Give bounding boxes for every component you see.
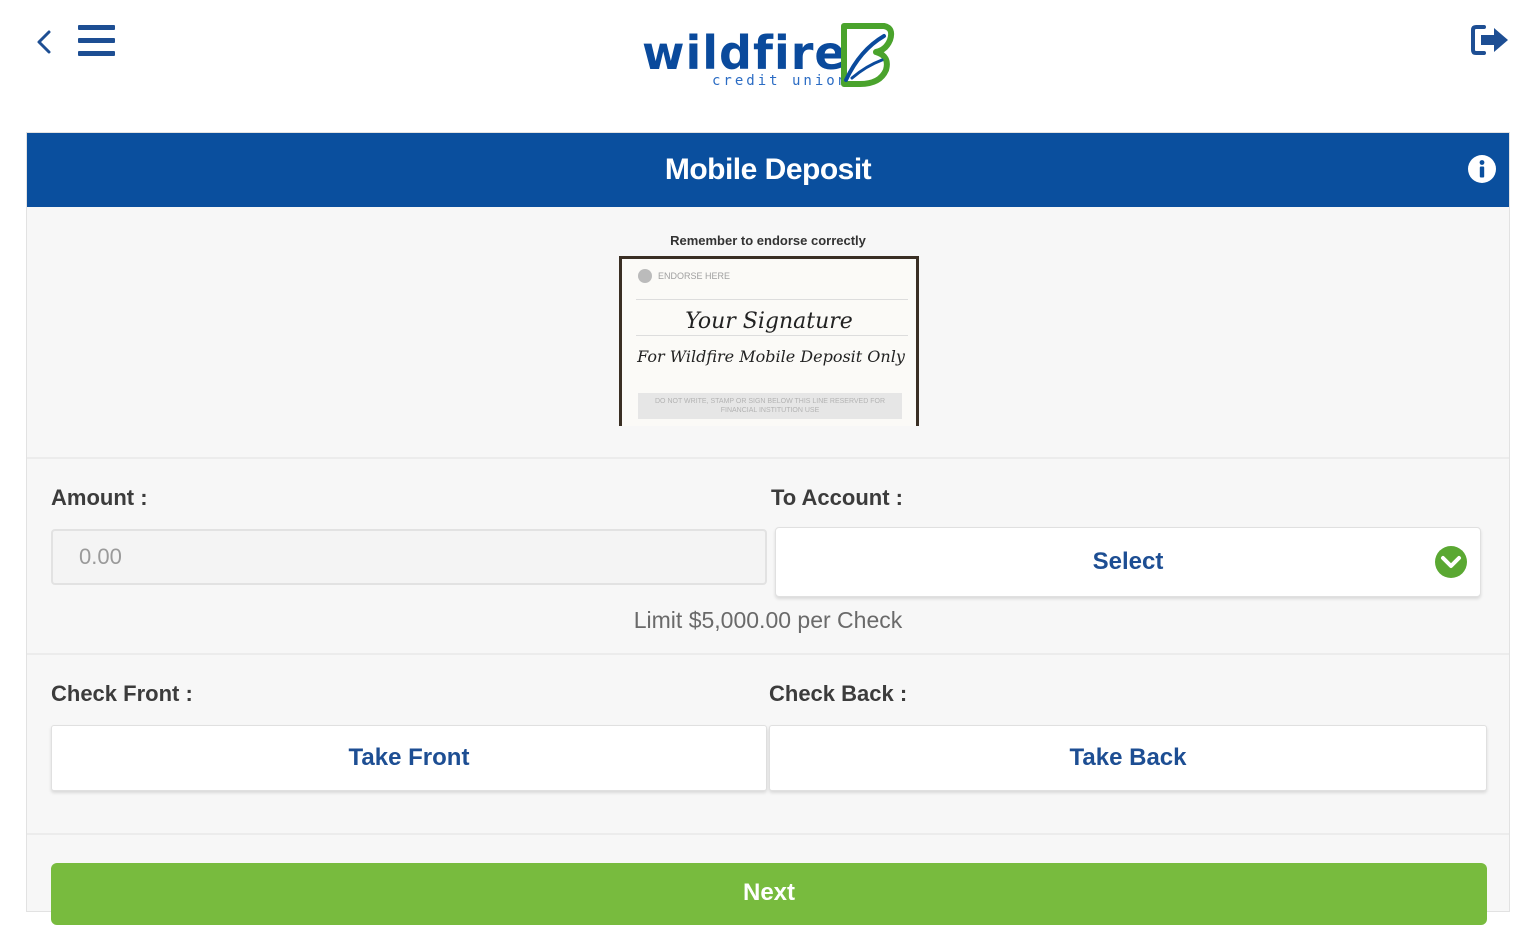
next-button-label: Next: [742, 879, 796, 906]
logo-wordmark: wildfire: [642, 26, 847, 80]
logout-button[interactable]: [1468, 20, 1512, 60]
logo-mark-icon: [841, 23, 895, 87]
check-back-example-image: ENDORSE HERE Your Signature For Wildfire…: [619, 256, 919, 426]
amount-input[interactable]: [51, 529, 767, 585]
back-button[interactable]: [30, 24, 58, 60]
section-divider: [27, 653, 1509, 655]
chevron-down-icon: [1435, 546, 1467, 578]
amount-label: Amount :: [51, 485, 148, 510]
account-select-label: Select: [1092, 548, 1164, 575]
endorse-here-text: ENDORSE HERE: [658, 271, 731, 281]
deposit-limit-text: Limit $5,000.00 per Check: [633, 607, 903, 633]
to-account-label: To Account :: [771, 485, 903, 510]
wildfire-logo: wildfire credit union: [640, 18, 900, 92]
info-icon[interactable]: [1467, 154, 1497, 184]
logo-tagline: credit union: [712, 73, 850, 89]
take-back-button[interactable]: Take Back: [769, 725, 1487, 791]
to-account-select[interactable]: Select: [775, 527, 1481, 597]
menu-button[interactable]: [76, 22, 118, 60]
menu-icon: [78, 25, 115, 56]
check-front-label: Check Front :: [51, 681, 193, 706]
take-front-button[interactable]: Take Front: [51, 725, 767, 791]
top-bar: wildfire credit union: [0, 0, 1536, 110]
check-line: [636, 299, 908, 300]
back-icon: [37, 30, 51, 54]
card-header: Mobile Deposit: [27, 133, 1509, 207]
endorse-dot: [638, 269, 652, 283]
endorse-caption: Remember to endorse correctly: [670, 233, 866, 248]
check-back-label: Check Back :: [769, 681, 908, 706]
next-button[interactable]: Next: [51, 863, 1487, 925]
section-divider: [27, 457, 1509, 459]
signature-text: Your Signature: [685, 309, 853, 334]
restriction-text: For Wildfire Mobile Deposit Only: [637, 347, 905, 366]
logout-icon: [1471, 25, 1508, 55]
check-disclaimer: DO NOT WRITE, STAMP OR SIGN BELOW THIS L…: [638, 393, 902, 419]
page-title: Mobile Deposit: [664, 153, 872, 186]
mobile-deposit-card: Mobile Deposit Remember to endorse corre…: [26, 132, 1510, 925]
section-divider: [27, 833, 1509, 835]
check-line: [636, 335, 908, 336]
